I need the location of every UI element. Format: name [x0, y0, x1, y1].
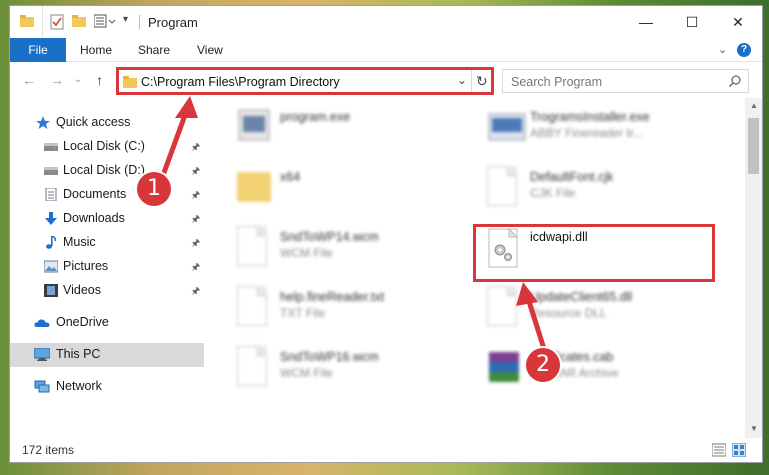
arrow-1-head — [175, 96, 198, 118]
arrow-2-line — [524, 294, 548, 353]
annotation-arrows — [159, 96, 548, 353]
arrow-2-head — [516, 282, 538, 306]
step-2-badge: 2 — [526, 348, 560, 382]
step-1-badge: 1 — [137, 172, 171, 206]
